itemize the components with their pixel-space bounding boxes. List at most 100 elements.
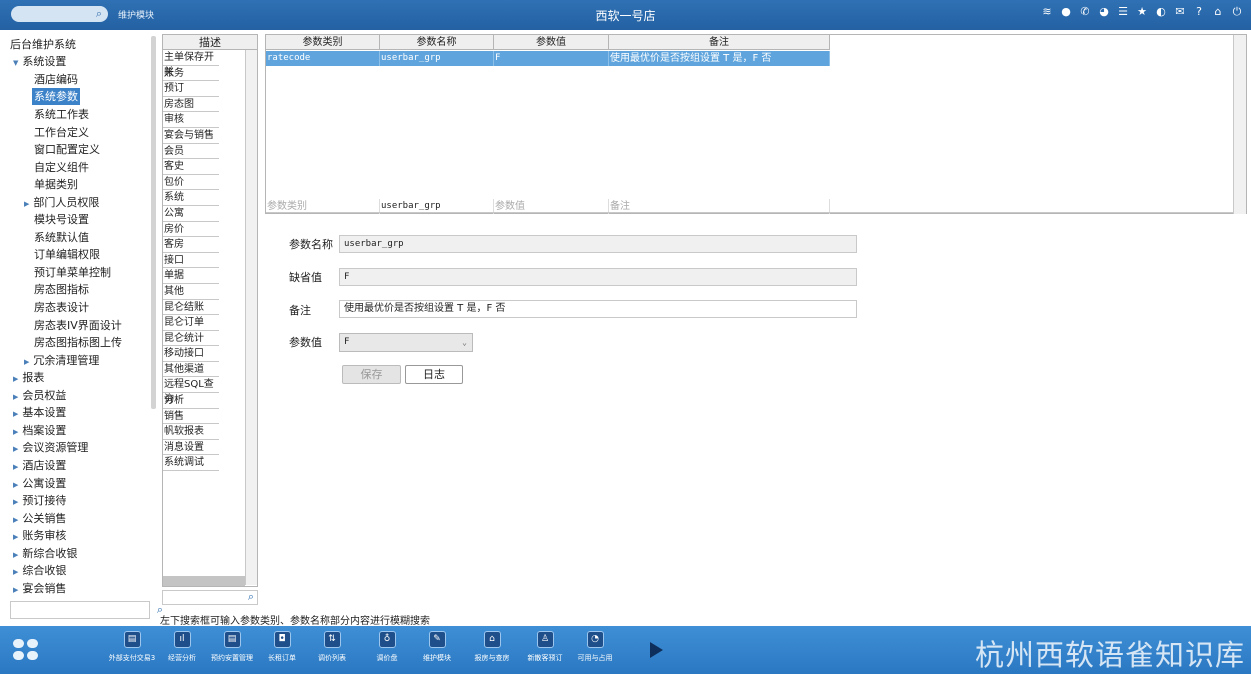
tree-group[interactable]: ▶ 酒店设置	[13, 457, 66, 474]
description-item[interactable]: 昆仑订单	[163, 315, 219, 331]
tree-search-input[interactable]: ⌕	[10, 601, 163, 619]
taskbar-item[interactable]: ▤ 外部支付交易3	[108, 631, 156, 663]
tree-item[interactable]: 预订单菜单控制	[34, 264, 111, 281]
description-item[interactable]: 系统调试	[163, 455, 219, 472]
description-item[interactable]: 审核	[163, 112, 219, 128]
description-item[interactable]: 单据	[163, 268, 219, 284]
description-item[interactable]: 帆软报表	[163, 424, 219, 440]
tree-item[interactable]: 酒店编码	[34, 71, 78, 88]
tree-node-cleanup[interactable]: ▶ 冗余清理管理	[24, 352, 99, 369]
description-item[interactable]: 房价	[163, 222, 219, 238]
taskbar-item[interactable]: ✎ 维护模块	[413, 631, 461, 663]
tree-item[interactable]: 工作台定义	[34, 124, 89, 141]
help-icon[interactable]: ?	[1193, 6, 1205, 18]
taskbar-item[interactable]: ⇅ 调价列表	[308, 631, 356, 663]
star-icon[interactable]: ★	[1136, 6, 1148, 18]
tree-item[interactable]: 房态图指标图上传	[34, 334, 122, 351]
table-row-selected[interactable]: ratecode userbar_grp F 使用最优价是否按组设置 T 是，F…	[266, 51, 830, 66]
description-item[interactable]: 远程SQL查询	[163, 377, 219, 405]
search-icon[interactable]: ⌕	[248, 590, 254, 604]
tree-item[interactable]: 系统默认值	[34, 229, 89, 246]
apps-grid-icon[interactable]	[13, 639, 39, 661]
note-field[interactable]: 使用最优价是否按组设置 T 是，F 否	[339, 300, 857, 318]
description-hscrollbar[interactable]	[163, 576, 245, 586]
description-search-input[interactable]: ⌕	[162, 590, 258, 605]
column-header-value[interactable]: 参数值	[494, 35, 609, 50]
tree-group[interactable]: ▶ 报表	[13, 369, 44, 386]
taskbar-item[interactable]: ◘ 长租订单	[258, 631, 306, 663]
tree-root[interactable]: 后台维护系统	[10, 36, 76, 53]
save-button[interactable]: 保存	[342, 365, 401, 384]
tree-group[interactable]: ▶ 预订接待	[13, 492, 66, 509]
description-item[interactable]: 分析	[163, 393, 219, 409]
power-icon[interactable]: ⏻	[1231, 6, 1243, 18]
tree-group[interactable]: ▶ 公关销售	[13, 510, 66, 527]
description-item[interactable]: 昆仑统计	[163, 331, 219, 347]
taskbar-item[interactable]: ◔ 可用与占用	[571, 631, 619, 663]
tree-item[interactable]: 房态表设计	[34, 299, 89, 316]
tree-item[interactable]: 单据类别	[34, 176, 78, 193]
grid-hscrollbar[interactable]	[266, 212, 1234, 213]
taskbar-item[interactable]: ıl 经营分析	[158, 631, 206, 663]
description-item[interactable]: 昆仑结账	[163, 300, 219, 316]
tree-group[interactable]: ▶ 会员权益	[13, 387, 66, 404]
tree-group[interactable]: ▶ 基本设置	[13, 404, 66, 421]
tree-group[interactable]: ▶ 新综合收银	[13, 545, 77, 562]
description-item[interactable]: 包价	[163, 175, 219, 191]
description-item[interactable]: 公寓	[163, 206, 219, 222]
tree-scrollbar[interactable]	[151, 36, 156, 409]
taskbar-item[interactable]: ▤ 预约安置管理	[208, 631, 256, 663]
description-item[interactable]: 销售	[163, 409, 219, 425]
description-item[interactable]: 消息设置	[163, 440, 219, 456]
tree-group[interactable]: ▶ 会议资源管理	[13, 439, 88, 456]
tree-item[interactable]: 自定义组件	[34, 159, 89, 176]
wifi-icon[interactable]: ≋	[1041, 6, 1053, 18]
next-arrow-icon[interactable]	[650, 642, 663, 658]
tree-item[interactable]: 房态表IV界面设计	[34, 317, 122, 334]
description-scrollbar[interactable]	[245, 50, 257, 585]
tree-group[interactable]: ▶ 账务审核	[13, 527, 66, 544]
column-header-name[interactable]: 参数名称	[380, 35, 494, 50]
tree-item[interactable]: 订单编辑权限	[34, 246, 100, 263]
tree-item[interactable]: 系统工作表	[34, 106, 89, 123]
menu-icon[interactable]: ☰	[1117, 6, 1129, 18]
description-item[interactable]: 宴会与销售	[163, 128, 219, 144]
description-item[interactable]: 会员	[163, 144, 219, 160]
chat-icon[interactable]: ◕	[1098, 6, 1110, 18]
tree-group[interactable]: ▶ 综合收银	[13, 562, 66, 579]
column-header-category[interactable]: 参数类别	[266, 35, 380, 50]
description-item[interactable]: 其他渠道	[163, 362, 219, 378]
tree-node-system-settings[interactable]: ▼ 系统设置	[13, 53, 66, 70]
dot-icon[interactable]: ●	[1060, 6, 1072, 18]
tree-item[interactable]: 房态图指标	[34, 281, 89, 298]
taskbar-item[interactable]: ♙ 新散客预订	[521, 631, 569, 663]
column-header-note[interactable]: 备注	[609, 35, 830, 50]
description-item[interactable]: 接口	[163, 253, 219, 269]
tree-item[interactable]: 窗口配置定义	[34, 141, 100, 158]
chevron-down-icon: ⌄	[462, 338, 467, 347]
taskbar-item[interactable]: ♁ 调价盘	[363, 631, 411, 663]
description-item[interactable]: 其他	[163, 284, 219, 300]
grid-scrollbar[interactable]	[1233, 35, 1246, 214]
phone-icon[interactable]: ✆	[1079, 6, 1091, 18]
mail-icon[interactable]: ✉	[1174, 6, 1186, 18]
description-item[interactable]: 账务	[163, 66, 219, 82]
tree-item[interactable]: 模块号设置	[34, 211, 89, 228]
tree-item-selected[interactable]: 系统参数	[32, 88, 80, 105]
tree-group[interactable]: ▶ 公寓设置	[13, 475, 66, 492]
param-value-select[interactable]: F ⌄	[339, 333, 473, 352]
description-item[interactable]: 主单保存开关	[163, 50, 219, 78]
description-item[interactable]: 房态图	[163, 97, 219, 113]
description-item[interactable]: 移动接口	[163, 346, 219, 362]
tree-group[interactable]: ▶ 档案设置	[13, 422, 66, 439]
description-item[interactable]: 客房	[163, 237, 219, 253]
tree-group[interactable]: ▶ 宴会销售	[13, 580, 66, 597]
moon-icon[interactable]: ◐	[1155, 6, 1167, 18]
description-item[interactable]: 系统	[163, 190, 219, 206]
description-item[interactable]: 预订	[163, 81, 219, 97]
description-item[interactable]: 客史	[163, 159, 219, 175]
taskbar-item[interactable]: ⌂ 报房与查房	[468, 631, 516, 663]
home-icon[interactable]: ⌂	[1212, 6, 1224, 18]
tree-node-dept-perms[interactable]: ▶ 部门人员权限	[24, 194, 99, 211]
log-button[interactable]: 日志	[405, 365, 463, 384]
